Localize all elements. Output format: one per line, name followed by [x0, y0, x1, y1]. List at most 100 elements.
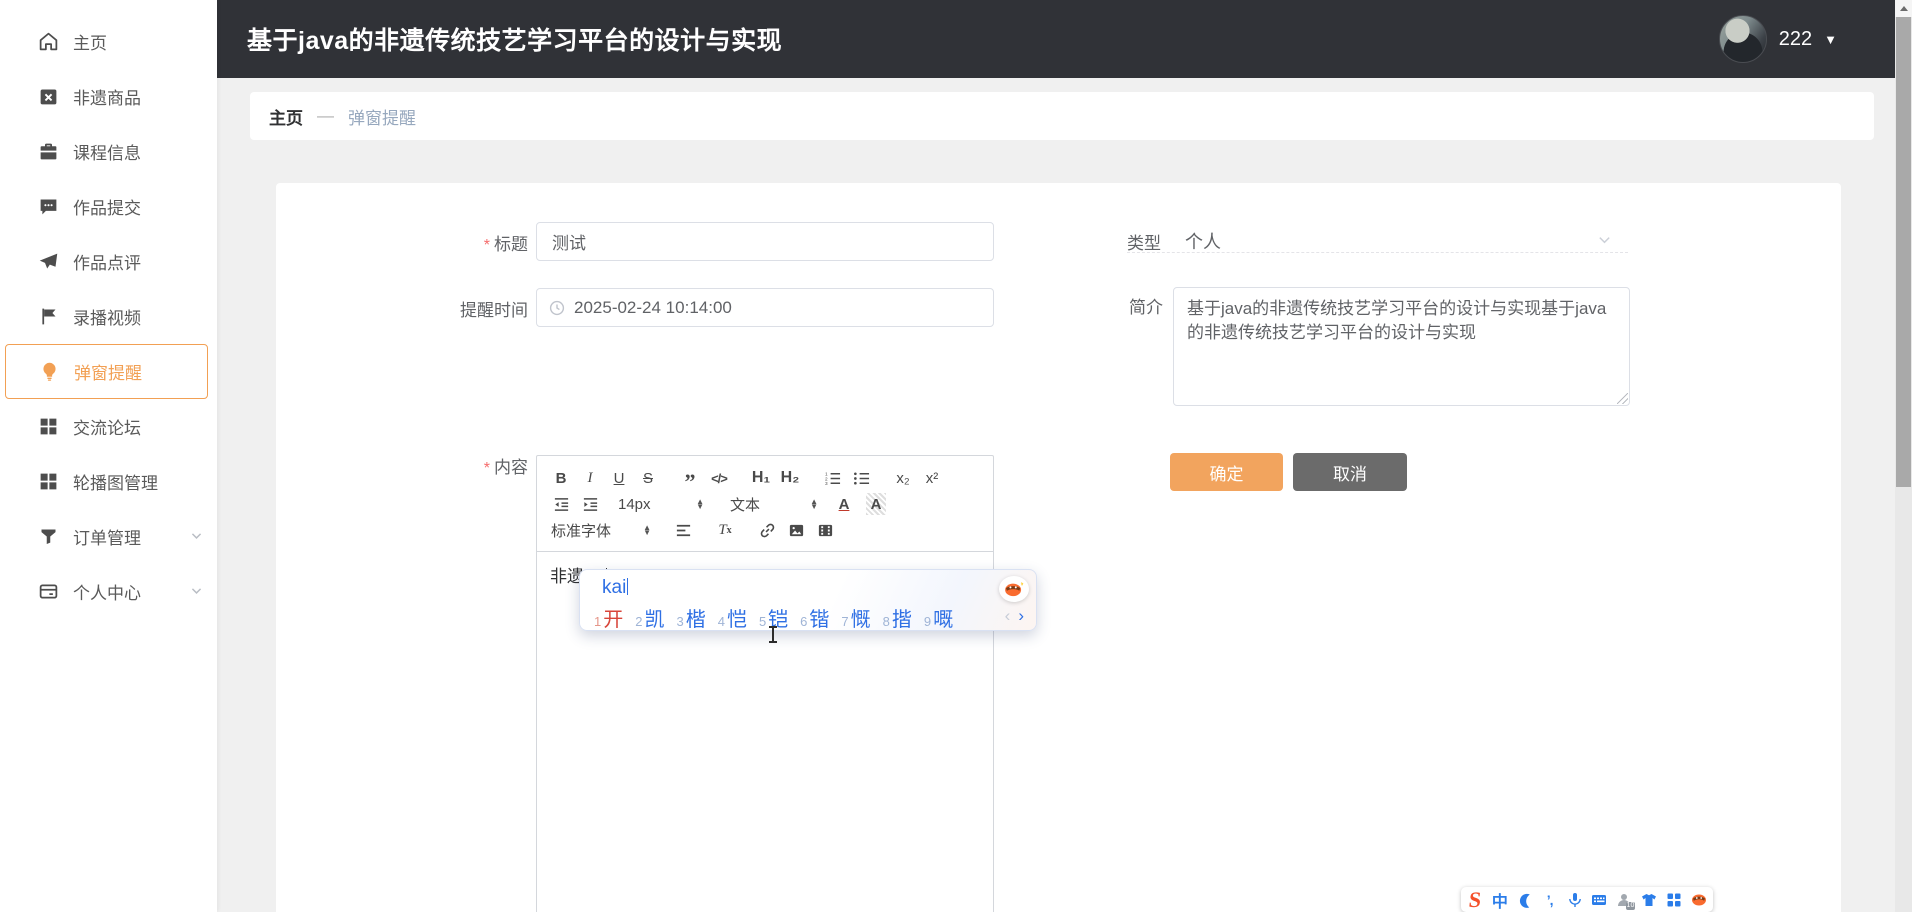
sidebar-item-label: 交流论坛: [73, 414, 141, 439]
heading2-button[interactable]: H₂: [780, 467, 800, 489]
full-half-width-moon-icon[interactable]: [1516, 890, 1534, 910]
ime-candidate[interactable]: 6锴: [800, 603, 829, 632]
sidebar-item-reminder[interactable]: 弹窗提醒: [5, 344, 208, 399]
review-icon: [37, 250, 60, 273]
sidebar-item-label: 作品提交: [73, 194, 141, 219]
font-family-dropdown[interactable]: 标准字体 ▲▼: [551, 519, 651, 541]
code-block-button[interactable]: </>: [709, 467, 729, 489]
sidebar-item-course[interactable]: 课程信息: [0, 124, 217, 179]
sogou-emoji-icon[interactable]: [1690, 890, 1708, 910]
sidebar-item-home[interactable]: 主页: [0, 14, 217, 69]
sogou-s-logo-icon[interactable]: S: [1465, 890, 1485, 910]
sidebar-item-submit[interactable]: 作品提交: [0, 179, 217, 234]
outdent-button[interactable]: [551, 493, 571, 515]
sidebar-item-label: 课程信息: [73, 139, 141, 164]
sidebar-item-banner[interactable]: 轮播图管理: [0, 454, 217, 509]
breadcrumb-home[interactable]: 主页: [269, 104, 303, 129]
link-button[interactable]: [757, 519, 777, 541]
sidebar-item-orders[interactable]: 订单管理: [0, 509, 217, 564]
select-chevron-down-icon: [1597, 232, 1612, 252]
indent-button[interactable]: [580, 493, 600, 515]
chinese-mode-icon[interactable]: 中: [1491, 890, 1509, 910]
intro-textarea[interactable]: 基于java的非遗传统技艺学习平台的设计与实现基于java的非遗传统技艺学习平台…: [1173, 287, 1630, 406]
svg-text:3: 3: [824, 481, 827, 487]
underline-button[interactable]: U: [609, 467, 629, 489]
ime-prev-page[interactable]: ‹: [1005, 606, 1011, 626]
updown-arrows-icon: ▲▼: [696, 499, 704, 509]
bold-button[interactable]: B: [551, 467, 571, 489]
chevron-down-icon: [190, 527, 203, 547]
video-button[interactable]: [815, 519, 835, 541]
type-value: 个人: [1185, 228, 1221, 254]
subscript-button[interactable]: x₂: [893, 467, 913, 489]
ime-candidate[interactable]: 2凯: [635, 603, 664, 632]
username: 222: [1779, 28, 1812, 51]
sidebar-item-goods[interactable]: 非遗商品: [0, 69, 217, 124]
required-mark: *: [484, 237, 490, 254]
sidebar-item-video[interactable]: 录播视频: [0, 289, 217, 344]
sidebar-item-label: 弹窗提醒: [74, 359, 142, 384]
soft-keyboard-icon[interactable]: [1591, 890, 1609, 910]
sidebar-item-forum[interactable]: 交流论坛: [0, 399, 217, 454]
punctuation-icon[interactable]: ’,: [1541, 890, 1559, 910]
ime-candidate-window: kai 1开 2凯 3楷 4恺 5铠 6锴 7慨 8揩 9嘅 ‹ ›: [579, 569, 1037, 631]
type-select[interactable]: 类型 个人: [1127, 227, 1628, 253]
ime-candidate-list: 1开 2凯 3楷 4恺 5铠 6锴 7慨 8揩 9嘅: [594, 603, 996, 632]
chevron-down-icon: [190, 582, 203, 602]
italic-button[interactable]: I: [580, 467, 600, 489]
ime-candidate[interactable]: 7慨: [841, 603, 870, 632]
textarea-resize-grip[interactable]: [1617, 393, 1628, 404]
font-color-button[interactable]: A: [834, 493, 854, 515]
ime-candidate[interactable]: 9嘅: [924, 603, 953, 632]
confirm-button[interactable]: 确定: [1170, 453, 1283, 491]
ordered-list-button[interactable]: 123: [822, 467, 842, 489]
skin-tshirt-icon[interactable]: [1640, 890, 1658, 910]
ime-candidate[interactable]: 1开: [594, 603, 623, 632]
profile-card-icon: [37, 580, 60, 603]
ime-candidate[interactable]: 8揩: [883, 603, 912, 632]
strikethrough-button[interactable]: S: [638, 467, 658, 489]
font-size-dropdown[interactable]: 14px ▲▼: [618, 493, 704, 515]
type-label: 类型: [1127, 229, 1161, 254]
course-icon: [37, 140, 60, 163]
title-input[interactable]: [536, 222, 994, 261]
scrollbar-thumb[interactable]: [1896, 17, 1911, 487]
sogou-logo-icon[interactable]: [999, 576, 1029, 602]
ime-candidate[interactable]: 3楷: [676, 603, 705, 632]
clock-icon: [549, 300, 565, 316]
heading1-button[interactable]: H₁: [751, 467, 771, 489]
sidebar-item-profile[interactable]: 个人中心: [0, 564, 217, 619]
background-color-button[interactable]: A: [866, 493, 886, 515]
updown-arrows-icon: ▲▼: [810, 499, 818, 509]
avatar[interactable]: [1719, 15, 1767, 63]
user-menu[interactable]: 222 ▼: [1719, 0, 1837, 78]
banner-grid-icon: [37, 470, 60, 493]
breadcrumb-current: 弹窗提醒: [348, 104, 416, 129]
ime-candidate[interactable]: 4恺: [718, 603, 747, 632]
blockquote-button[interactable]: ”: [680, 467, 700, 489]
user-dropdown-caret-icon: ▼: [1824, 32, 1837, 47]
mouse-ibeam-cursor: [768, 626, 778, 643]
ime-next-page[interactable]: ›: [1018, 606, 1024, 626]
time-value: 2025-02-24 10:14:00: [574, 298, 732, 318]
forum-grid-icon: [37, 415, 60, 438]
title-label: *标题: [396, 230, 528, 255]
submit-icon: [37, 195, 60, 218]
cancel-button[interactable]: 取消: [1293, 453, 1407, 491]
image-button[interactable]: [786, 519, 806, 541]
sidebar-item-label: 主页: [73, 29, 107, 54]
scrollbar-up-arrow[interactable]: [1895, 0, 1912, 17]
time-label: 提醒时间: [396, 296, 528, 321]
clean-format-button[interactable]: Tx: [715, 519, 735, 541]
user-profile-icon[interactable]: 10: [1615, 890, 1633, 910]
align-button[interactable]: [673, 519, 693, 541]
sidebar-item-review[interactable]: 作品点评: [0, 234, 217, 289]
page-title: 基于java的非遗传统技艺学习平台的设计与实现: [247, 21, 782, 57]
scrollbar[interactable]: [1895, 0, 1912, 912]
toolbox-grid-icon[interactable]: [1665, 890, 1683, 910]
text-type-dropdown[interactable]: 文本 ▲▼: [730, 493, 818, 515]
microphone-icon[interactable]: [1566, 890, 1584, 910]
bullet-list-button[interactable]: [851, 467, 871, 489]
superscript-button[interactable]: x²: [922, 467, 942, 489]
time-input[interactable]: 2025-02-24 10:14:00: [536, 288, 994, 327]
